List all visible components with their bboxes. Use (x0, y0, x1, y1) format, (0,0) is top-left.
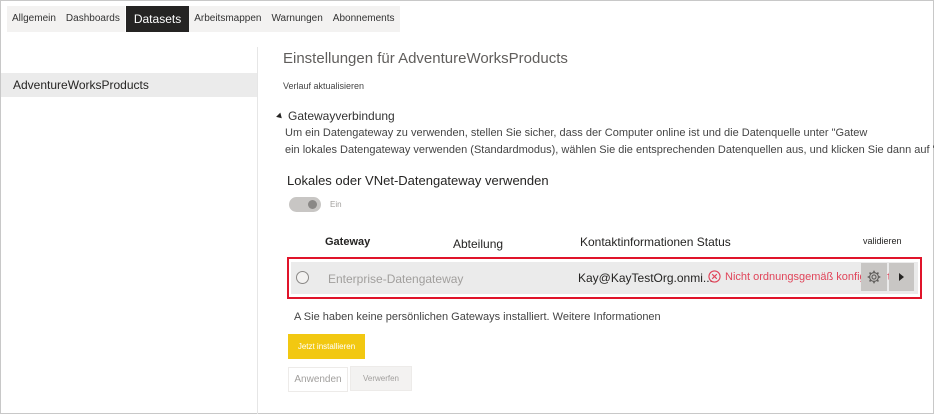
tab-workbooks[interactable]: Arbeitsmappen (189, 6, 267, 32)
gateway-section-header[interactable]: Gatewayverbindung (276, 109, 395, 123)
tab-bar: Allgemein Dashboards Datasets Arbeitsmap… (7, 6, 400, 32)
gateway-contact: Kay@KayTestOrg.onmi... (578, 271, 713, 285)
column-header-gateway: Gateway (325, 236, 371, 248)
column-header-validate: validieren (863, 236, 902, 246)
tab-alerts[interactable]: Warnungen (266, 6, 328, 32)
toggle-state-label: Ein (330, 200, 342, 209)
tab-subscriptions[interactable]: Abonnements (327, 6, 400, 32)
gateway-settings-button[interactable] (861, 263, 887, 291)
use-gateway-toggle[interactable] (289, 197, 321, 212)
gateway-name: Enterprise-Datengateway (328, 272, 464, 286)
tab-dashboards[interactable]: Dashboards (60, 6, 126, 32)
collapse-triangle-icon (276, 112, 284, 120)
gateway-row[interactable]: Enterprise-Datengateway Kay@KayTestOrg.o… (291, 262, 918, 294)
dataset-list: AdventureWorksProducts (1, 73, 257, 97)
gateway-section-title: Gatewayverbindung (288, 109, 395, 123)
apply-button[interactable]: Anwenden (288, 367, 348, 392)
gateway-expand-button[interactable] (889, 263, 914, 291)
install-now-button[interactable]: Jetzt installieren (288, 334, 365, 359)
pane-divider (257, 47, 258, 414)
chevron-right-icon (899, 273, 904, 281)
gateway-description-line2: ein lokales Datengateway verwenden (Stan… (285, 144, 934, 156)
gateway-description-line1: Um ein Datengateway zu verwenden, stelle… (285, 127, 868, 139)
discard-button[interactable]: Verwerfen (350, 366, 412, 391)
tab-datasets[interactable]: Datasets (125, 6, 190, 32)
column-header-contact-status: Kontaktinformationen Status (580, 235, 731, 249)
dataset-item-adventureworksproducts[interactable]: AdventureWorksProducts (1, 73, 257, 97)
settings-window: Allgemein Dashboards Datasets Arbeitsmap… (0, 0, 934, 414)
use-gateway-label: Lokales oder VNet-Datengateway verwenden (287, 173, 549, 188)
page-title: Einstellungen für AdventureWorksProducts (283, 50, 568, 67)
column-header-department: Abteilung (453, 237, 504, 251)
tab-general[interactable]: Allgemein (7, 6, 61, 32)
gear-icon (867, 270, 881, 284)
gateway-radio[interactable] (296, 271, 309, 284)
error-circle-icon (708, 270, 721, 283)
refresh-history-link[interactable]: Verlauf aktualisieren (283, 81, 364, 91)
no-personal-gateways-note: A Sie haben keine persönlichen Gateways … (294, 311, 661, 323)
toggle-knob (308, 200, 317, 209)
gateway-row-highlight: Enterprise-Datengateway Kay@KayTestOrg.o… (287, 257, 922, 299)
